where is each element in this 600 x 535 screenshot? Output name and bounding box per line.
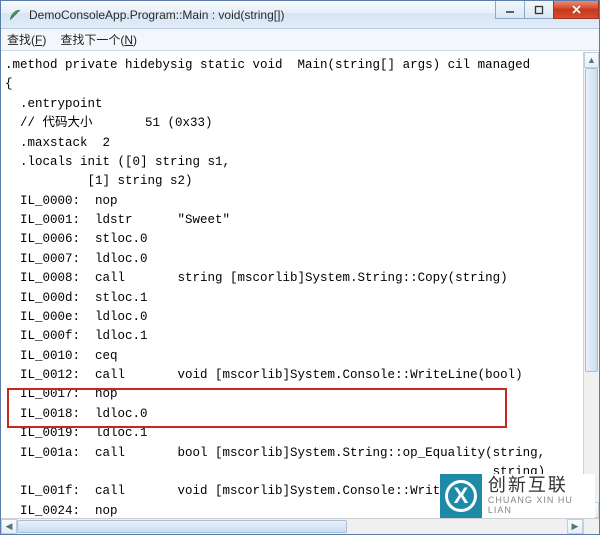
vertical-scrollbar: ▲ ▼ [583, 52, 599, 518]
code-line: .locals init ([0] string s1, [5, 155, 230, 169]
menu-find[interactable]: 查找(F) [7, 31, 46, 48]
minimize-button[interactable] [495, 1, 525, 19]
code-line: IL_0006: stloc.0 [5, 232, 148, 246]
code-line: // 代码大小 51 (0x33) [5, 116, 213, 130]
maximize-button[interactable] [524, 1, 554, 19]
scroll-up-button[interactable]: ▲ [584, 52, 599, 68]
vscroll-track[interactable] [584, 68, 599, 502]
code-line: IL_000e: ldloc.0 [5, 310, 148, 324]
content-area: .method private hidebysig static void Ma… [1, 51, 599, 534]
code-line: IL_001a: call bool [mscorlib]System.Stri… [5, 446, 545, 460]
watermark-text-zh: 创新互联 [488, 476, 595, 496]
vscroll-thumb[interactable] [585, 68, 598, 372]
code-line: IL_0010: ceq [5, 349, 118, 363]
code-line: IL_0024: nop [5, 504, 118, 518]
code-line: IL_0007: ldloc.0 [5, 252, 148, 266]
code-line: IL_000f: ldloc.1 [5, 329, 148, 343]
hscroll-track[interactable] [17, 519, 567, 534]
titlebar[interactable]: DemoConsoleApp.Program::Main : void(stri… [1, 1, 599, 29]
code-area[interactable]: .method private hidebysig static void Ma… [1, 52, 599, 534]
watermark-text-en: CHUANG XIN HU LIAN [488, 496, 595, 516]
menubar: 查找(F) 查找下一个(N) [1, 29, 599, 51]
scroll-right-button[interactable]: ▶ [567, 519, 583, 534]
code-line: IL_0012: call void [mscorlib]System.Cons… [5, 368, 523, 382]
horizontal-scrollbar: ◀ ▶ [1, 518, 583, 534]
hscroll-thumb[interactable] [17, 520, 347, 533]
code-line: .entrypoint [5, 97, 103, 111]
code-line: IL_0017: nop [5, 387, 118, 401]
watermark: X 创新互联 CHUANG XIN HU LIAN [440, 474, 595, 518]
code-line: IL_000d: stloc.1 [5, 291, 148, 305]
code-line: .method private hidebysig static void Ma… [5, 58, 530, 72]
window-controls [496, 1, 599, 28]
code-line: IL_0000: nop [5, 194, 118, 208]
code-line: { [5, 77, 13, 91]
watermark-logo-icon: X [440, 474, 482, 518]
code-line: IL_0008: call string [mscorlib]System.St… [5, 271, 508, 285]
scrollbar-corner [583, 518, 599, 534]
code-line: IL_0019: ldloc.1 [5, 426, 148, 440]
code-line: IL_0001: ldstr "Sweet" [5, 213, 230, 227]
code-line: .maxstack 2 [5, 136, 110, 150]
code-line: [1] string s2) [5, 174, 193, 188]
feather-icon [7, 7, 23, 23]
window-title: DemoConsoleApp.Program::Main : void(stri… [29, 8, 496, 22]
scroll-left-button[interactable]: ◀ [1, 519, 17, 534]
close-button[interactable] [553, 1, 599, 19]
app-window: DemoConsoleApp.Program::Main : void(stri… [0, 0, 600, 535]
menu-find-next[interactable]: 查找下一个(N) [60, 31, 137, 48]
code-line: IL_0018: ldloc.0 [5, 407, 148, 421]
